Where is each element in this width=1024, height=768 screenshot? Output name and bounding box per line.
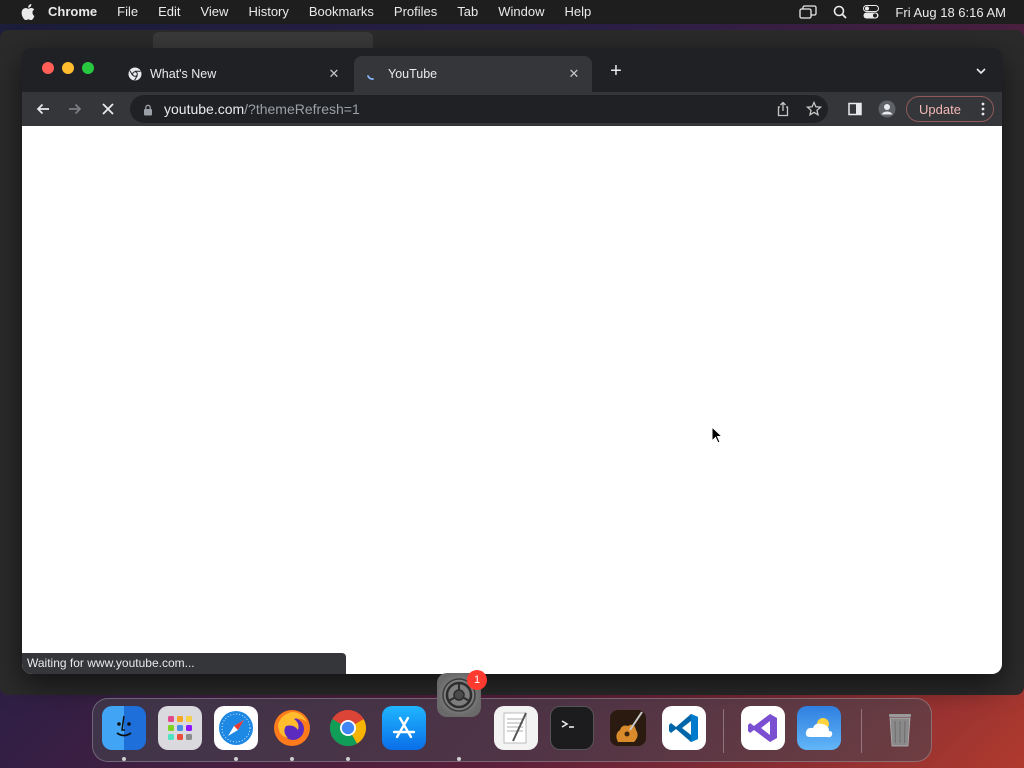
running-indicator — [122, 757, 126, 761]
stop-loading-button[interactable] — [97, 98, 119, 120]
weather-icon[interactable] — [797, 706, 841, 750]
zoom-window-button[interactable] — [82, 62, 94, 74]
status-bubble: Waiting for www.youtube.com... — [22, 653, 346, 674]
trash-icon[interactable] — [878, 706, 922, 750]
safari-icon[interactable] — [214, 706, 258, 750]
tab-youtube[interactable]: YouTube ✕ — [354, 56, 592, 92]
browser-toolbar: youtube.com/?themeRefresh=1 Update — [22, 92, 1002, 126]
menu-window[interactable]: Window — [488, 0, 554, 24]
forward-button[interactable] — [64, 98, 86, 120]
chevron-down-icon[interactable] — [974, 64, 988, 78]
menu-file[interactable]: File — [107, 0, 148, 24]
update-button[interactable]: Update — [906, 96, 994, 122]
garageband-icon[interactable] — [606, 706, 650, 750]
tab-whats-new[interactable]: What's New ✕ — [116, 56, 352, 92]
new-tab-button[interactable]: + — [606, 61, 626, 82]
dock — [92, 698, 932, 762]
textedit-icon[interactable] — [494, 706, 538, 750]
running-indicator — [346, 757, 350, 761]
menu-history[interactable]: History — [238, 0, 298, 24]
back-button[interactable] — [32, 98, 54, 120]
menu-help[interactable]: Help — [555, 0, 602, 24]
more-menu-icon[interactable] — [981, 101, 985, 120]
running-indicator — [457, 757, 461, 761]
menu-view[interactable]: View — [190, 0, 238, 24]
bookmark-star-icon[interactable] — [805, 100, 823, 122]
minimize-window-button[interactable] — [62, 62, 74, 74]
launchpad-icon[interactable] — [158, 706, 202, 750]
url-text: youtube.com/?themeRefresh=1 — [164, 101, 360, 117]
notification-badge: 1 — [467, 670, 487, 690]
chrome-app-icon[interactable] — [326, 706, 370, 750]
tab-strip: What's New ✕ YouTube ✕ + — [22, 48, 1002, 92]
terminal-icon[interactable] — [550, 706, 594, 750]
close-window-button[interactable] — [42, 62, 54, 74]
control-center-icon[interactable] — [863, 5, 880, 19]
side-panel-icon[interactable] — [844, 98, 866, 120]
loading-spinner-icon — [366, 67, 380, 81]
search-icon[interactable] — [833, 5, 848, 19]
finder-icon[interactable] — [102, 706, 146, 750]
dock-separator — [723, 709, 724, 753]
profile-icon[interactable] — [876, 98, 898, 120]
running-indicator — [234, 757, 238, 761]
share-icon[interactable] — [776, 101, 790, 122]
url-host: youtube.com — [164, 101, 245, 117]
window-controls — [42, 62, 94, 74]
menu-bookmarks[interactable]: Bookmarks — [299, 0, 384, 24]
menu-profiles[interactable]: Profiles — [384, 0, 447, 24]
chrome-icon — [128, 67, 142, 81]
close-tab-icon[interactable]: ✕ — [326, 66, 342, 82]
page-content[interactable]: Waiting for www.youtube.com... — [22, 126, 1002, 674]
screen-mirroring-icon[interactable] — [799, 5, 818, 19]
apple-icon[interactable] — [18, 0, 38, 24]
mouse-cursor-icon — [711, 425, 724, 449]
chrome-window: What's New ✕ YouTube ✕ + youtube.com/?th… — [22, 48, 1002, 674]
visual-studio-icon[interactable] — [741, 706, 785, 750]
firefox-icon[interactable] — [270, 706, 314, 750]
update-label: Update — [919, 101, 961, 117]
tab-title: YouTube — [388, 67, 438, 81]
lock-icon[interactable] — [142, 103, 154, 116]
app-store-icon[interactable] — [382, 706, 426, 750]
dock-separator — [861, 709, 862, 753]
menu-clock[interactable]: Fri Aug 18 6:16 AM — [895, 5, 1006, 20]
vscode-icon[interactable] — [662, 706, 706, 750]
running-indicator — [290, 757, 294, 761]
tab-title: What's New — [150, 67, 217, 81]
menu-tab[interactable]: Tab — [447, 0, 488, 24]
url-path: /?themeRefresh=1 — [244, 101, 360, 117]
menu-edit[interactable]: Edit — [148, 0, 190, 24]
address-bar[interactable]: youtube.com/?themeRefresh=1 — [130, 95, 828, 123]
menu-bar: Chrome File Edit View History Bookmarks … — [0, 0, 1024, 24]
menu-app-name[interactable]: Chrome — [38, 0, 107, 24]
close-tab-icon[interactable]: ✕ — [566, 66, 582, 82]
